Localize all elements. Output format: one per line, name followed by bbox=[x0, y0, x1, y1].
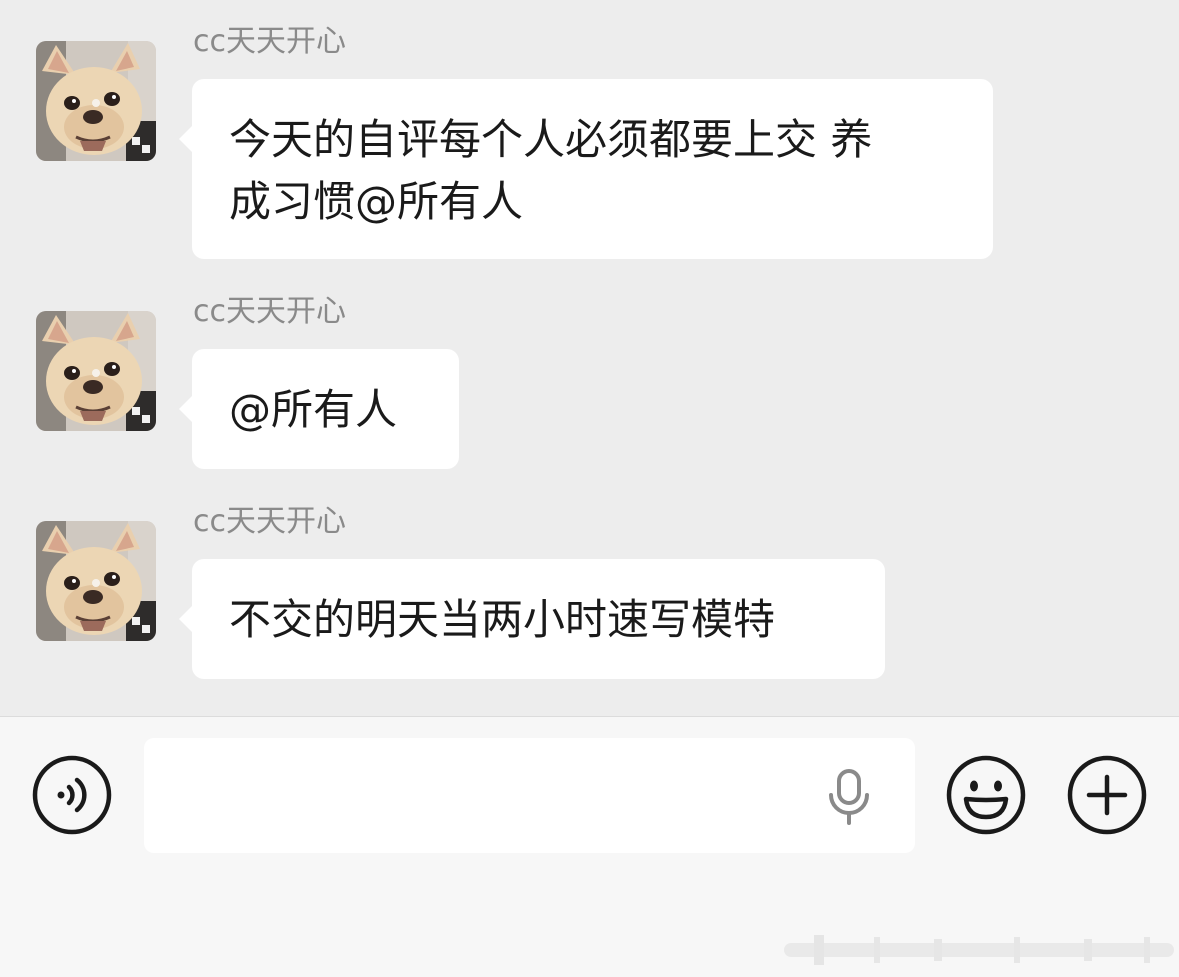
message-text-line: 今天的自评每个人必须都要上交 养 bbox=[229, 115, 873, 164]
message-text-line: 不交的明天当两小时速写模特 bbox=[229, 595, 776, 644]
message-text-line: @所有人 bbox=[229, 385, 398, 434]
bubble-tail bbox=[179, 125, 193, 153]
chat-area[interactable]: cc天天开心 今天的自评每个人必须都要上交 养 成习惯@所有人 cc天天开心 @… bbox=[0, 0, 1179, 716]
message-bubble[interactable]: @所有人 bbox=[179, 349, 459, 469]
watermark bbox=[784, 927, 1174, 973]
dog-avatar-image bbox=[36, 521, 156, 641]
dog-avatar-image bbox=[36, 311, 156, 431]
voice-toggle-button[interactable] bbox=[32, 755, 112, 835]
sender-name: cc天天开心 bbox=[193, 294, 346, 329]
sender-avatar[interactable] bbox=[36, 521, 156, 641]
smiley-face-icon bbox=[946, 755, 1026, 835]
message-text-line: 成习惯@所有人 bbox=[229, 177, 524, 226]
microphone-icon bbox=[829, 769, 869, 825]
message-bubble[interactable]: 不交的明天当两小时速写模特 bbox=[179, 559, 885, 679]
bubble-tail bbox=[179, 605, 193, 633]
dog-avatar-image bbox=[36, 41, 156, 161]
plus-circle-icon bbox=[1067, 755, 1147, 835]
watermark-graphic bbox=[784, 935, 1174, 965]
emoji-button[interactable] bbox=[946, 755, 1026, 835]
voice-wave-icon bbox=[32, 755, 112, 835]
bubble-tail bbox=[179, 395, 193, 423]
sender-name: cc天天开心 bbox=[193, 24, 346, 59]
message-bubble[interactable]: 今天的自评每个人必须都要上交 养 成习惯@所有人 bbox=[179, 79, 993, 259]
more-options-button[interactable] bbox=[1067, 755, 1147, 835]
message-input[interactable] bbox=[144, 738, 915, 853]
sender-name: cc天天开心 bbox=[193, 504, 346, 539]
microphone-button[interactable] bbox=[826, 769, 872, 825]
sender-avatar[interactable] bbox=[36, 41, 156, 161]
input-bar bbox=[0, 716, 1179, 977]
sender-avatar[interactable] bbox=[36, 311, 156, 431]
